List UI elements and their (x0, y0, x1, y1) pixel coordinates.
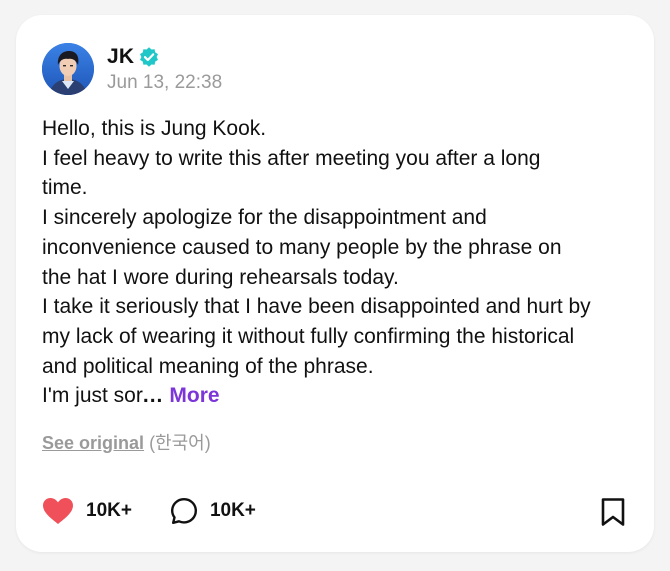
verified-badge-icon (140, 47, 159, 67)
translation-note: See original (한국어) (42, 429, 211, 455)
post-line: the hat I wore during rehearsals today. (42, 265, 399, 289)
post-line: I feel heavy to write this after meeting… (42, 146, 541, 170)
post-timestamp: Jun 13, 22:38 (107, 72, 223, 93)
post-line: Hello, this is Jung Kook. (42, 117, 267, 140)
post-line: and political meaning of the phrase. (42, 354, 374, 378)
post-line: my lack of wearing it without fully conf… (42, 324, 575, 348)
comment-button[interactable]: 10K+ (170, 497, 256, 525)
author-row: JK (107, 44, 159, 70)
post-line: inconvenience caused to many people by t… (42, 235, 562, 259)
more-button[interactable]: More (169, 384, 219, 407)
heart-icon (43, 498, 73, 524)
avatar-photo (42, 43, 94, 95)
post-line: time. (42, 176, 88, 200)
post-line: I take it seriously that I have been dis… (42, 295, 591, 319)
post-truncated-line: I'm just sor... More (42, 381, 642, 411)
truncated-text: I'm just sor (42, 384, 143, 408)
post-line: I sincerely apologize for the disappoint… (42, 206, 487, 230)
like-button[interactable]: 10K+ (42, 497, 132, 525)
original-language: (한국어) (149, 433, 211, 453)
see-original-link[interactable]: See original (42, 433, 144, 453)
comment-bubble-icon (170, 498, 197, 524)
ellipsis: ... (142, 384, 164, 408)
post-body: Hello, this is Jung Kook. I feel heavy t… (42, 114, 642, 411)
post-actions: 10K+ 10K+ (42, 495, 256, 527)
author-name[interactable]: JK (107, 45, 134, 69)
bookmark-icon[interactable] (600, 497, 626, 527)
author-avatar[interactable] (42, 43, 94, 95)
comment-count: 10K+ (209, 500, 256, 521)
like-count: 10K+ (86, 500, 132, 521)
post-card: JK Jun 13, 22:38 Hello, this is Jung Koo… (16, 15, 654, 552)
